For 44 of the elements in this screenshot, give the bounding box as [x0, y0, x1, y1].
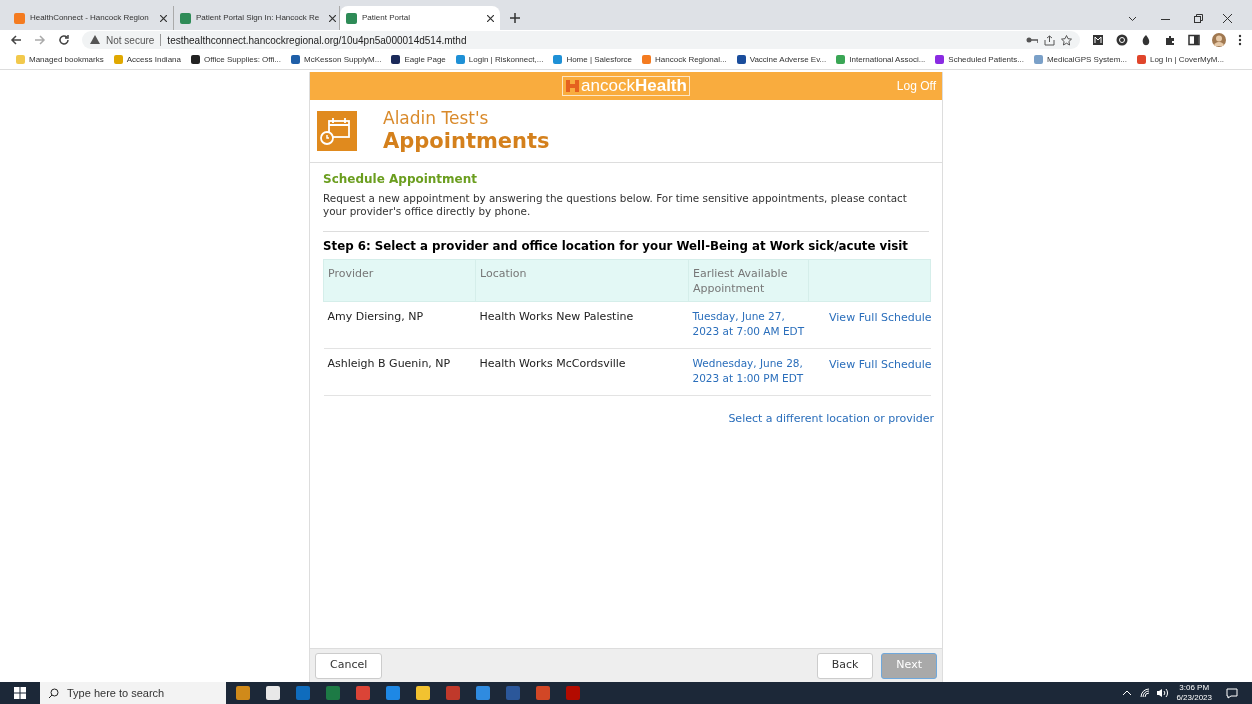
- appointment-link[interactable]: Tuesday, June 27, 2023 at 7:00 AM EDT: [692, 309, 805, 339]
- clock-time[interactable]: 3:06 PM: [1179, 683, 1210, 693]
- bookmark[interactable]: Office Supplies: Offi...: [191, 53, 282, 66]
- address-bar[interactable]: Not secure testhealthconnect.hancockregional.org/10u4pn5a000014d514.mthd: [82, 31, 1080, 49]
- tab-title: Patient Portal: [362, 12, 411, 24]
- bookmark[interactable]: Managed bookmarks: [16, 53, 104, 66]
- provider-cell-text: Amy Diersing, NP: [327, 309, 425, 324]
- browser-tab[interactable]: Patient Portal: [340, 6, 500, 30]
- search-placeholder: Type here to search: [67, 685, 165, 701]
- column-header: Location: [475, 259, 689, 302]
- action-button[interactable]: Cancel: [315, 652, 383, 679]
- view-schedule-link[interactable]: View Full Schedule: [829, 311, 932, 324]
- bookmark[interactable]: International Associ...: [836, 53, 926, 66]
- tab-title: Patient Portal Sign In: Hancock Re: [196, 12, 320, 24]
- intro-text: Request a new appointment by answering the questions below. For time sensitive appointments, please contact your provider's office directly by phone.: [323, 192, 929, 232]
- taskbar-search-field[interactable]: Type here to search: [40, 682, 226, 704]
- location-cell-text: Health Works New Palestine: [479, 309, 635, 324]
- bookmark[interactable]: Vaccine Adverse Ev...: [736, 53, 827, 66]
- different-location-link[interactable]: Select a different location or provider: [728, 411, 934, 428]
- url-text: testhealthconnect.hancockregional.org/10u4pn5a000014d514.mthd: [167, 33, 467, 48]
- action-button[interactable]: Back: [816, 652, 874, 679]
- security-label: Not secure: [106, 33, 155, 48]
- step-title: Step 6: Select a provider and office location for your Well-Being at Work sick/acute visit: [323, 238, 909, 254]
- bookmark[interactable]: Eagle Page: [391, 53, 446, 66]
- bookmark[interactable]: MedicalGPS System...: [1033, 53, 1127, 66]
- bookmark[interactable]: McKesson SupplyM...: [291, 53, 382, 66]
- bookmark[interactable]: Home | Salesforce: [553, 53, 633, 66]
- provider-cell-text: Ashleigh B Guenin, NP: [327, 356, 452, 371]
- tab-title: HealthConnect - Hancock Region: [30, 12, 149, 24]
- clock-date[interactable]: 6/23/2023: [1176, 693, 1212, 703]
- view-schedule-link[interactable]: View Full Schedule: [829, 358, 932, 371]
- column-header: Provider: [323, 259, 476, 302]
- location-cell-text: Health Works McCordsville: [479, 356, 627, 371]
- bookmark[interactable]: Hancock Regional...: [642, 53, 727, 66]
- page-title: Appointments: [383, 128, 550, 154]
- logo: ancockHealth: [562, 76, 690, 96]
- section-title: Schedule Appointment: [323, 171, 479, 188]
- appointment-link[interactable]: Wednesday, June 28, 2023 at 1:00 PM EDT: [692, 356, 805, 386]
- column-header: Earliest Available Appointment: [688, 259, 809, 302]
- bookmark[interactable]: Access Indiana: [113, 53, 181, 66]
- owner-name: Aladin Test's: [383, 108, 490, 128]
- bookmark[interactable]: Login | Riskonnect,...: [455, 53, 544, 66]
- bookmark[interactable]: Log In | CoverMyM...: [1136, 53, 1225, 66]
- bookmark[interactable]: Scheduled Patients...: [935, 53, 1024, 66]
